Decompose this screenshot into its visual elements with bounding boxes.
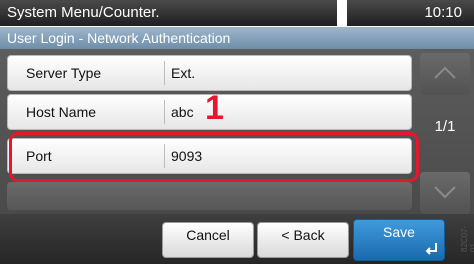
figure-id: 82C07-01 xyxy=(460,225,474,252)
enter-icon xyxy=(425,243,437,255)
back-button[interactable]: < Back xyxy=(257,222,349,258)
row-label: Server Type xyxy=(26,65,102,81)
screen-title: System Menu/Counter. xyxy=(0,0,337,26)
callout-number: 1 xyxy=(205,89,224,127)
row-divider xyxy=(164,61,165,85)
scroll-up-button[interactable] xyxy=(420,53,470,95)
row-label: Host Name xyxy=(26,104,97,120)
scroll-down-button[interactable] xyxy=(420,172,470,214)
save-button[interactable]: Save xyxy=(353,219,445,261)
chevron-up-icon xyxy=(434,66,456,79)
highlight-frame xyxy=(9,132,419,182)
row-empty xyxy=(7,182,412,210)
breadcrumb: User Login - Network Authentication xyxy=(0,27,474,49)
save-label: Save xyxy=(383,224,415,240)
cancel-label: Cancel xyxy=(186,227,230,243)
clock: 10:10 xyxy=(347,0,474,26)
row-value: abc xyxy=(171,104,194,120)
cancel-button[interactable]: Cancel xyxy=(162,222,254,258)
row-value: Ext. xyxy=(171,65,196,81)
device-screen: System Menu/Counter. 10:10 User Login - … xyxy=(0,0,474,264)
title-separator xyxy=(337,0,347,26)
title-bar: System Menu/Counter. 10:10 xyxy=(0,0,474,27)
page-indicator: 1/1 xyxy=(434,118,456,135)
row-server-type[interactable]: Server Type Ext. xyxy=(7,55,412,91)
back-label: < Back xyxy=(281,227,325,243)
chevron-down-icon xyxy=(434,186,456,199)
row-divider xyxy=(164,100,165,124)
